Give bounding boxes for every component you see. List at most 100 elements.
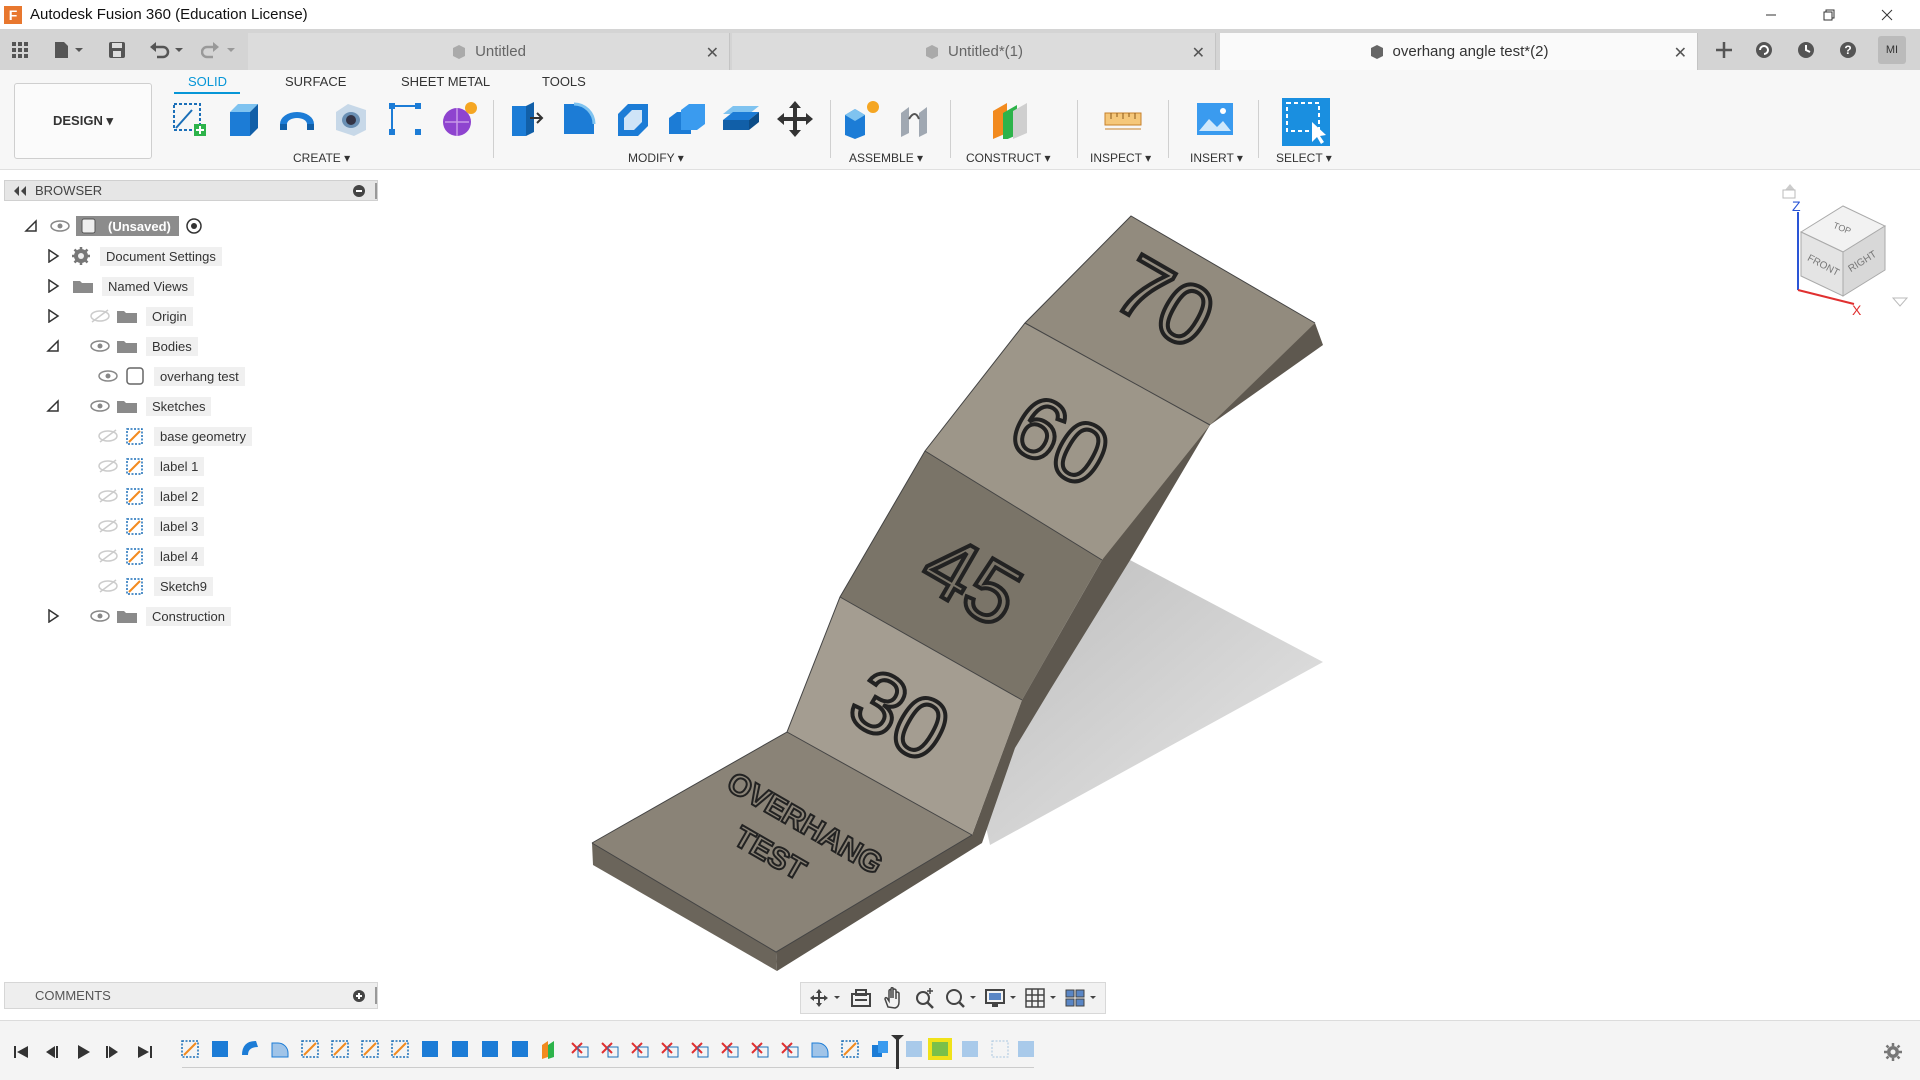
browser-item-sketches[interactable]: Sketches	[46, 394, 212, 418]
feature-selected-icon[interactable]	[928, 1038, 952, 1060]
measure-button[interactable]	[1102, 98, 1144, 140]
collapse-triangle-icon[interactable]	[46, 399, 60, 413]
browser-item-sketch-label-4[interactable]: label 4	[98, 544, 205, 568]
feature-sketch-icon[interactable]	[391, 1040, 409, 1058]
feature-sketch-icon[interactable]	[301, 1040, 319, 1058]
home-view-icon[interactable]	[1782, 189, 1796, 199]
revolve-button[interactable]	[276, 98, 318, 140]
create-form-button[interactable]	[438, 98, 480, 140]
eye-icon[interactable]	[90, 399, 110, 413]
feature-sketch-icon[interactable]	[721, 1042, 739, 1058]
feature-plane-icon[interactable]	[542, 1041, 554, 1059]
move-copy-button[interactable]	[774, 98, 816, 140]
shell-button[interactable]	[612, 98, 654, 140]
tab-tools[interactable]: TOOLS	[542, 74, 586, 89]
browser-item-named-views[interactable]: Named Views	[46, 274, 194, 298]
feature-sketch-icon[interactable]	[571, 1042, 589, 1058]
insert-menu[interactable]: INSERT ▾	[1190, 151, 1243, 165]
zoom-button[interactable]	[911, 986, 939, 1010]
new-tab-button[interactable]	[1710, 36, 1738, 64]
minus-circle-icon[interactable]	[353, 185, 365, 197]
feature-sketch-icon[interactable]	[691, 1042, 709, 1058]
comments-panel[interactable]: COMMENTS	[4, 982, 378, 1009]
feature-revolve-icon[interactable]	[242, 1041, 258, 1055]
viewports-button[interactable]	[1063, 986, 1099, 1010]
eye-hidden-icon[interactable]	[98, 549, 118, 563]
zoom-window-button[interactable]	[943, 986, 979, 1010]
job-status-button[interactable]	[1792, 36, 1820, 64]
expand-triangle-icon[interactable]	[46, 609, 60, 623]
collapse-triangle-icon[interactable]	[24, 219, 38, 233]
eye-hidden-icon[interactable]	[98, 519, 118, 533]
fillet-button[interactable]	[558, 98, 600, 140]
browser-header[interactable]: BROWSER	[4, 180, 378, 201]
feature-sketch-icon[interactable]	[331, 1040, 349, 1058]
expand-triangle-icon[interactable]	[46, 279, 60, 293]
play-button[interactable]	[72, 1041, 94, 1063]
eye-hidden-icon[interactable]	[90, 309, 110, 323]
insert-image-button[interactable]	[1194, 98, 1236, 140]
feature-sketch-icon[interactable]	[361, 1040, 379, 1058]
feature-fillet-icon[interactable]	[811, 1042, 829, 1058]
expand-triangle-icon[interactable]	[46, 309, 60, 323]
feature-sketch-icon[interactable]	[841, 1040, 859, 1058]
close-tab-icon[interactable]: ✕	[706, 43, 719, 63]
construct-menu[interactable]: CONSTRUCT ▾	[966, 151, 1050, 165]
browser-item-construction[interactable]: Construction	[46, 604, 231, 628]
hole-button[interactable]	[330, 98, 372, 140]
panel-resize-handle[interactable]	[375, 183, 377, 199]
inspect-menu[interactable]: INSPECT ▾	[1090, 151, 1151, 165]
feature-extrude-icon[interactable]	[512, 1041, 528, 1057]
browser-item-origin[interactable]: Origin	[46, 304, 193, 328]
browser-item-document-settings[interactable]: Document Settings	[46, 244, 222, 268]
feature-suppressed-icon[interactable]	[906, 1041, 922, 1057]
feature-extrude-icon[interactable]	[212, 1041, 228, 1057]
model-canvas[interactable]: 70 60 45 30 OVERHANG TEST Z X TOP FRONT …	[380, 172, 1920, 1020]
home-view-icon[interactable]	[1785, 184, 1795, 190]
collapse-panel-icon[interactable]	[13, 185, 27, 197]
close-tab-icon[interactable]: ✕	[1192, 43, 1205, 63]
go-to-start-button[interactable]	[10, 1041, 32, 1063]
feature-sketch-icon[interactable]	[631, 1042, 649, 1058]
user-avatar[interactable]: MI	[1878, 36, 1906, 64]
browser-root[interactable]: (Unsaved)	[24, 214, 203, 238]
feature-combine-icon[interactable]	[872, 1041, 888, 1057]
activate-radio-icon[interactable]	[185, 217, 203, 235]
panel-resize-handle[interactable]	[375, 987, 377, 1004]
close-window-button[interactable]	[1858, 0, 1916, 29]
expand-triangle-icon[interactable]	[46, 249, 60, 263]
timeline-settings-button[interactable]	[1882, 1041, 1904, 1063]
modify-menu[interactable]: MODIFY ▾	[628, 151, 684, 165]
eye-hidden-icon[interactable]	[98, 489, 118, 503]
select-menu[interactable]: SELECT ▾	[1276, 151, 1332, 165]
grid-settings-button[interactable]	[1023, 986, 1059, 1010]
look-at-button[interactable]	[847, 986, 875, 1010]
eye-hidden-icon[interactable]	[98, 459, 118, 473]
browser-item-sketch-label-1[interactable]: label 1	[98, 454, 205, 478]
browser-item-sketch-base-geometry[interactable]: base geometry	[98, 424, 252, 448]
tab-untitled[interactable]: Untitled ✕	[248, 33, 730, 70]
feature-suppressed-icon[interactable]	[1018, 1041, 1034, 1057]
step-back-button[interactable]	[40, 1041, 62, 1063]
browser-item-sketch-label-2[interactable]: label 2	[98, 484, 205, 508]
select-button[interactable]	[1282, 98, 1330, 146]
eye-hidden-icon[interactable]	[98, 579, 118, 593]
offset-face-button[interactable]	[720, 98, 762, 140]
save-button[interactable]	[104, 37, 130, 63]
timeline-features[interactable]	[180, 1035, 1040, 1069]
feature-sketch-icon[interactable]	[181, 1040, 199, 1058]
eye-hidden-icon[interactable]	[98, 429, 118, 443]
feature-sketch-icon[interactable]	[601, 1042, 619, 1058]
3d-viewport[interactable]: 70 60 45 30 OVERHANG TEST Z X TOP FRONT …	[380, 172, 1920, 1020]
tab-untitled-1[interactable]: Untitled*(1) ✕	[732, 33, 1216, 70]
feature-sketch-icon[interactable]	[781, 1042, 799, 1058]
eye-icon[interactable]	[50, 219, 70, 233]
browser-item-sketch-9[interactable]: Sketch9	[98, 574, 213, 598]
close-tab-icon[interactable]: ✕	[1674, 43, 1687, 63]
data-panel-button[interactable]	[7, 37, 33, 63]
undo-button[interactable]	[146, 37, 186, 63]
help-button[interactable]: ?	[1834, 36, 1862, 64]
restore-button[interactable]	[1800, 0, 1858, 29]
pan-button[interactable]	[879, 986, 907, 1010]
step-forward-button[interactable]	[102, 1041, 124, 1063]
